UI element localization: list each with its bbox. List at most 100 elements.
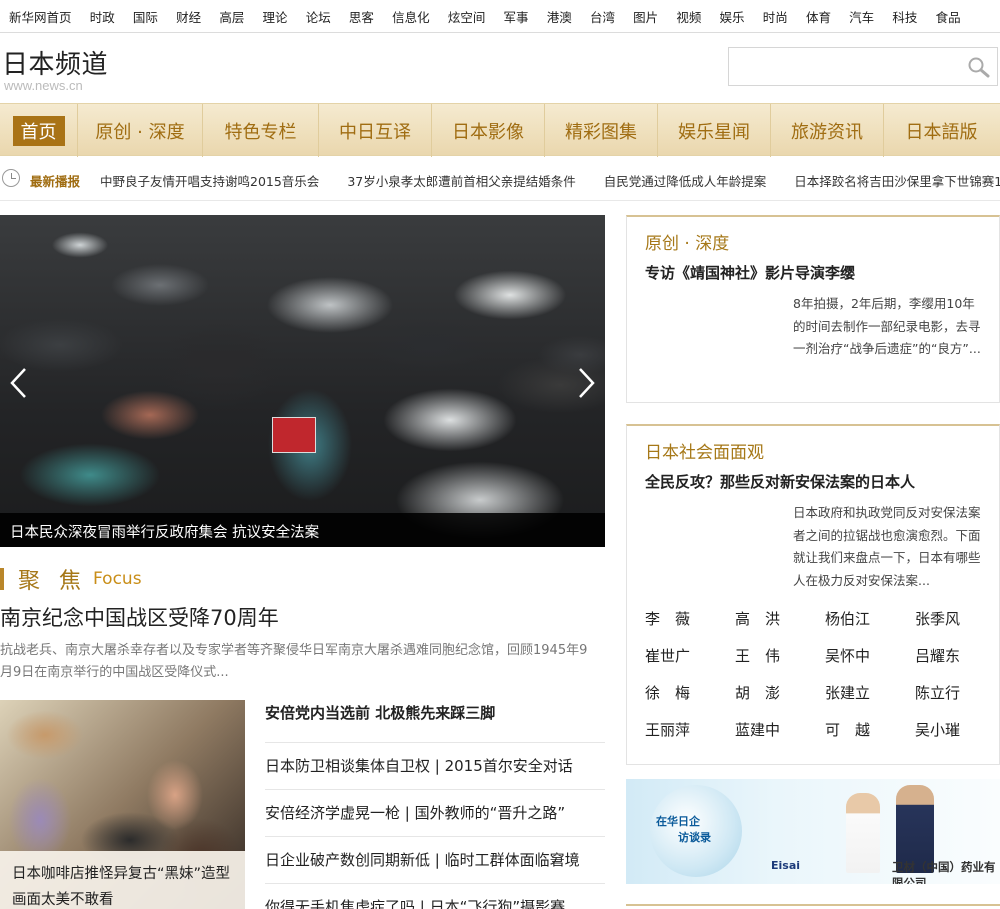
- top-nav-item[interactable]: 时政: [90, 7, 115, 26]
- top-nav-item[interactable]: 新华网首页: [9, 7, 72, 26]
- channel-logo-title[interactable]: 日本频道: [2, 44, 108, 81]
- top-nav-item[interactable]: 港澳: [547, 7, 572, 26]
- ticker-label: 最新播报: [30, 174, 81, 189]
- channel-nav-label: 特色专栏: [224, 121, 297, 143]
- news-list-item[interactable]: 你得无手机焦虑症了吗 | 日本“飞行狗”摄影赛: [265, 884, 605, 909]
- channel-nav-label: 日本語版: [905, 121, 978, 143]
- focus-heading-bar: [0, 568, 4, 590]
- top-nav-item[interactable]: 图片: [633, 7, 658, 26]
- clock-icon: [2, 169, 20, 187]
- news-list: 安倍党内当选前 北极熊先来踩三脚 日本防卫相谈集体自卫权 | 2015首尔安全对话…: [265, 700, 605, 909]
- expert-name[interactable]: 陈立行: [915, 682, 1000, 704]
- top-nav-item[interactable]: 科技: [892, 7, 917, 26]
- news-list-item[interactable]: 安倍党内当选前 北极熊先来踩三脚: [265, 700, 605, 743]
- expert-name[interactable]: 王 伟: [735, 645, 825, 667]
- ticker-item[interactable]: 自民党通过降低成人年龄提案: [604, 174, 767, 189]
- expert-name[interactable]: 吕耀东: [915, 645, 1000, 667]
- top-nav-item[interactable]: 体育: [806, 7, 831, 26]
- channel-nav-item[interactable]: 旅游资讯: [771, 104, 884, 157]
- thumbnail-caption[interactable]: 日本咖啡店推怪异复古“黑妹”造型 画面太美不敢看: [0, 851, 245, 909]
- channel-nav-item[interactable]: 原创 · 深度: [78, 104, 203, 157]
- photo-slideshow[interactable]: 日本民众深夜冒雨举行反政府集会 抗议安全法案: [0, 215, 605, 547]
- top-nav-item[interactable]: 国际: [133, 7, 158, 26]
- channel-nav-item[interactable]: 日本語版: [884, 104, 999, 157]
- prev-arrow-icon[interactable]: [7, 367, 31, 399]
- top-nav-item[interactable]: 视频: [676, 7, 701, 26]
- channel-nav-list: 首页 原创 · 深度 特色专栏 中日互译 日本影像 精彩图集 娱乐星闻 旅游资讯 日本語版: [0, 104, 1000, 157]
- channel-nav-label: 首页: [12, 115, 65, 146]
- panel-article-title[interactable]: 全民反攻？那些反对新安保法案的日本人: [645, 471, 915, 492]
- top-nav-item[interactable]: 台湾: [590, 7, 615, 26]
- expert-name[interactable]: 高 洪: [735, 608, 825, 630]
- slide-caption[interactable]: 日本民众深夜冒雨举行反政府集会 抗议安全法案: [0, 513, 605, 547]
- focus-thumbnail[interactable]: 日本咖啡店推怪异复古“黑妹”造型 画面太美不敢看: [0, 700, 245, 909]
- focus-heading: 聚 焦 Focus: [0, 564, 142, 594]
- expert-name[interactable]: 吴怀中: [825, 645, 915, 667]
- focus-heading-en: Focus: [93, 569, 142, 589]
- panel-article-title[interactable]: 专访《靖国神社》影片导演李缨: [645, 262, 855, 283]
- panel-article-image[interactable]: [645, 504, 785, 592]
- news-list-item[interactable]: 安倍经济学虚晃一枪 | 国外教师的“晋升之路”: [265, 790, 605, 837]
- top-nav-item[interactable]: 财经: [176, 7, 201, 26]
- news-list-item[interactable]: 日企业破产数创同期新低 | 临时工群体面临窘境: [265, 837, 605, 884]
- top-nav-item[interactable]: 信息化: [392, 7, 430, 26]
- next-panel-edge: [626, 904, 1000, 909]
- ticker-items: 中野良子友情开唱支持谢鸣2015音乐会 37岁小泉孝太郎遭前首相父亲提结婚条件 自民…: [100, 171, 1000, 190]
- channel-nav-label: 原创 · 深度: [95, 121, 185, 143]
- panel-article-desc: 8年拍摄，2年后期，李缨用10年的时间去制作一部纪录电影，去寻一剂治疗“战争后遗…: [793, 296, 981, 356]
- top-nav-item[interactable]: 军事: [504, 7, 529, 26]
- panel-article-image[interactable]: [645, 295, 785, 383]
- top-nav-item[interactable]: 食品: [936, 7, 961, 26]
- ad-slogan: 在华日企: [656, 815, 700, 828]
- top-nav-item[interactable]: 娱乐: [720, 7, 745, 26]
- top-nav-item[interactable]: 理论: [263, 7, 288, 26]
- channel-nav-label: 中日互译: [339, 121, 411, 143]
- top-nav-list: 新华网首页 时政 国际 财经 高层 理论 论坛 思客 信息化 炫空间 军事 港澳 台湾 图片 视频 娱乐 时尚体…: [0, 0, 1000, 33]
- ad-company: 卫材（中国）药业有限公司: [892, 860, 996, 884]
- top-nav-item[interactable]: 汽车: [849, 7, 874, 26]
- focus-title[interactable]: 南京纪念中国战区受降70周年: [0, 602, 279, 632]
- panel-japan-society: 日本社会面面观 全民反攻？那些反对新安保法案的日本人 日本政府和执政党同反对安保…: [626, 424, 1000, 765]
- expert-name[interactable]: 徐 梅: [645, 682, 735, 704]
- top-nav-item[interactable]: 高层: [219, 7, 244, 26]
- channel-nav-item[interactable]: 中日互译: [319, 104, 432, 157]
- ad-brand: Eisai: [771, 859, 801, 872]
- channel-nav-item[interactable]: 娱乐星闻: [658, 104, 771, 157]
- top-nav-item[interactable]: 思客: [349, 7, 374, 26]
- next-arrow-icon[interactable]: [574, 367, 598, 399]
- news-ticker: 最新播报 中野良子友情开唱支持谢鸣2015音乐会 37岁小泉孝太郎遭前首相父亲提结…: [0, 156, 1000, 201]
- panel-heading[interactable]: 原创 · 深度: [645, 229, 729, 254]
- expert-name[interactable]: 杨伯江: [825, 608, 915, 630]
- expert-name[interactable]: 张季风: [915, 608, 1000, 630]
- top-nav-item[interactable]: 炫空间: [448, 7, 486, 26]
- ad-banner[interactable]: 在华日企 访谈录 Eisai 卫材（中国）药业有限公司: [626, 779, 1000, 884]
- top-nav-item[interactable]: 时尚: [763, 7, 788, 26]
- panel-article-desc: 日本政府和执政党同反对安保法案者之间的拉锯战也愈演愈烈。下面就让我们来盘点一下，…: [793, 505, 981, 588]
- channel-nav-item[interactable]: 特色专栏: [203, 104, 319, 157]
- expert-name[interactable]: 吴小璀: [915, 719, 1000, 741]
- panel-original-depth: 原创 · 深度 专访《靖国神社》影片导演李缨 8年拍摄，2年后期，李缨用10年的…: [626, 215, 1000, 403]
- search-icon[interactable]: [967, 56, 991, 78]
- expert-name[interactable]: 可 越: [825, 719, 915, 741]
- panel-heading[interactable]: 日本社会面面观: [645, 438, 764, 463]
- expert-name[interactable]: 李 薇: [645, 608, 735, 630]
- expert-name[interactable]: 张建立: [825, 682, 915, 704]
- expert-name[interactable]: 王丽萍: [645, 719, 735, 741]
- channel-nav-item[interactable]: 日本影像: [432, 104, 545, 157]
- ticker-item[interactable]: 日本择跤名将吉田沙保里拿下世锦赛13连冠: [794, 174, 1000, 189]
- channel-logo-subtitle: www.news.cn: [4, 78, 83, 93]
- channel-nav-item[interactable]: 精彩图集: [545, 104, 658, 157]
- top-nav-item[interactable]: 论坛: [306, 7, 331, 26]
- expert-name[interactable]: 崔世广: [645, 645, 735, 667]
- channel-nav: 首页 原创 · 深度 特色专栏 中日互译 日本影像 精彩图集 娱乐星闻 旅游资讯 日本語版: [0, 103, 1000, 157]
- news-list-item[interactable]: 日本防卫相谈集体自卫权 | 2015首尔安全对话: [265, 743, 605, 790]
- expert-name[interactable]: 胡 澎: [735, 682, 825, 704]
- expert-names-grid: 李 薇高 洪杨伯江 张季风 崔世广王 伟吴怀中 吕耀东徐 梅胡 澎张建立 陈立行 王丽萍蓝…: [645, 608, 995, 741]
- ticker-item[interactable]: 37岁小泉孝太郎遭前首相父亲提结婚条件: [347, 174, 575, 189]
- ticker-item[interactable]: 中野良子友情开唱支持谢鸣2015音乐会: [100, 174, 319, 189]
- search-input[interactable]: [729, 48, 954, 85]
- channel-nav-item[interactable]: 首页: [0, 104, 78, 157]
- expert-name[interactable]: 蓝建中: [735, 719, 825, 741]
- search-box: [728, 47, 998, 86]
- channel-nav-label: 日本影像: [452, 121, 524, 143]
